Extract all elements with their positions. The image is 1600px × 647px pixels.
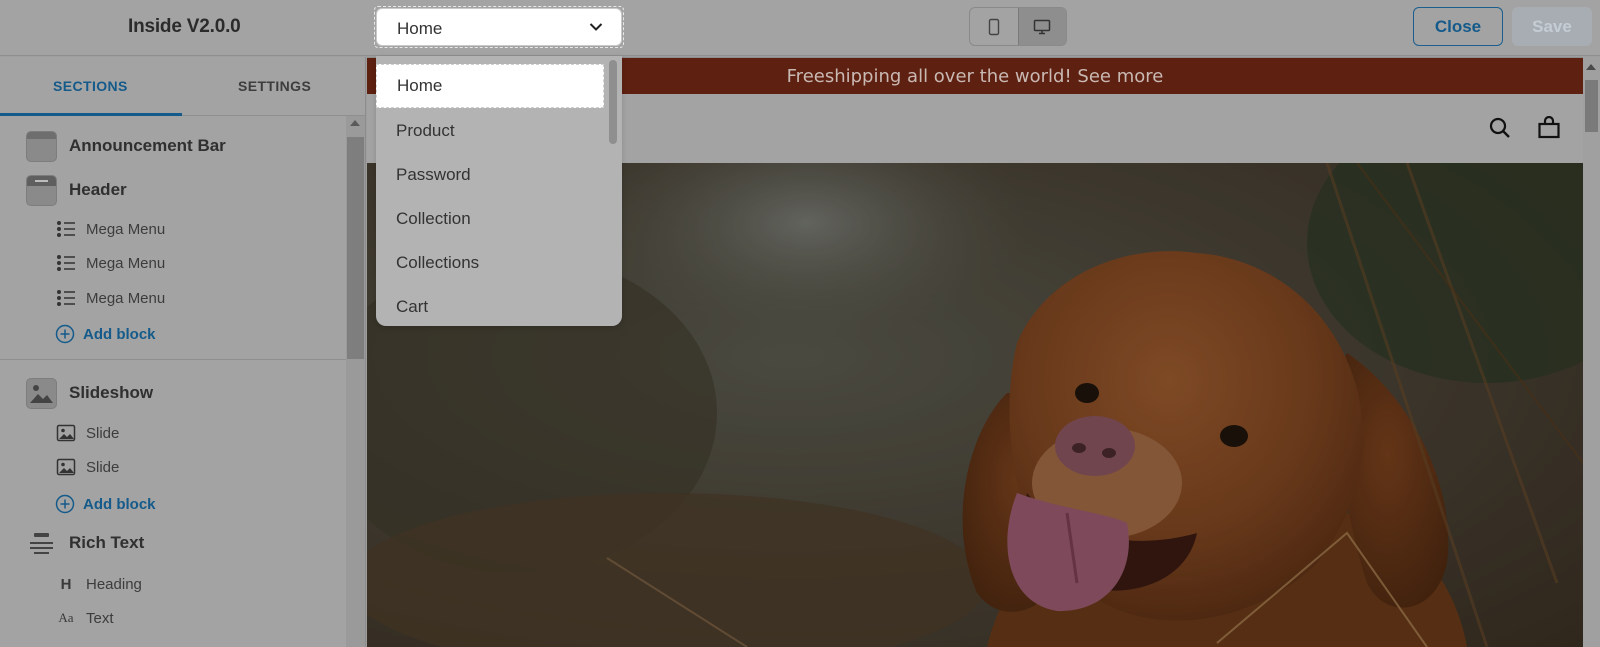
desktop-view-button[interactable]: [1017, 8, 1066, 45]
top-bar: Inside V2.0.0 Home Close Save: [0, 0, 1600, 56]
desktop-icon: [1034, 19, 1051, 34]
section-slideshow[interactable]: Slideshow: [26, 377, 153, 409]
block-label: Slide: [86, 458, 120, 476]
scroll-up-arrow-icon[interactable]: [1586, 64, 1596, 70]
list-icon: [57, 221, 75, 237]
block-mega-menu[interactable]: Mega Menu: [56, 286, 165, 310]
cart-bag-icon[interactable]: [1537, 116, 1561, 140]
heading-icon: H: [60, 575, 72, 593]
image-icon: [56, 424, 76, 442]
dropdown-option-collections[interactable]: Collections: [376, 241, 604, 285]
plus-circle-icon: [55, 324, 75, 344]
plus-circle-icon: [55, 494, 75, 514]
announcement-bar-icon: [26, 130, 57, 162]
search-icon[interactable]: [1488, 116, 1512, 140]
text-icon: Aa: [58, 610, 74, 625]
block-label: Text: [86, 609, 114, 627]
add-block-button[interactable]: Add block: [55, 492, 156, 516]
save-button[interactable]: Save: [1512, 7, 1592, 46]
sidebar: SECTIONS SETTINGS Announcement Bar Heade…: [0, 57, 366, 647]
page-select[interactable]: Home: [376, 8, 622, 46]
close-button[interactable]: Close: [1413, 7, 1503, 46]
dropdown-option-product[interactable]: Product: [376, 109, 604, 153]
block-label: Mega Menu: [86, 220, 166, 238]
page-select-value: Home: [397, 19, 443, 38]
dropdown-option-password[interactable]: Password: [376, 153, 604, 197]
add-block-label: Add block: [83, 495, 156, 513]
block-heading[interactable]: H Heading: [56, 572, 142, 596]
sidebar-tabs: SECTIONS SETTINGS: [0, 57, 365, 116]
dropdown-option-home[interactable]: Home: [376, 64, 604, 108]
header-icon: [26, 174, 57, 206]
mobile-view-button[interactable]: [970, 8, 1018, 45]
dropdown-scrollbar-thumb[interactable]: [609, 60, 617, 144]
block-label: Slide: [86, 424, 120, 442]
page-select-dropdown: Home Product Password Collection Collect…: [376, 56, 622, 326]
mobile-icon: [988, 18, 1000, 35]
block-mega-menu[interactable]: Mega Menu: [56, 251, 165, 275]
scroll-up-arrow-icon[interactable]: [350, 120, 360, 126]
section-list: Announcement Bar Header Mega Menu Mega M…: [0, 116, 346, 647]
theme-title: Inside V2.0.0: [128, 16, 241, 37]
section-rich-text[interactable]: Rich Text: [26, 527, 144, 559]
add-block-button[interactable]: Add block: [55, 322, 156, 346]
device-toggle: [969, 7, 1067, 46]
section-label: Slideshow: [69, 383, 154, 402]
block-label: Mega Menu: [86, 254, 166, 272]
section-label: Announcement Bar: [69, 136, 226, 155]
section-header[interactable]: Header: [26, 174, 127, 206]
section-divider: [0, 359, 346, 360]
section-label: Header: [69, 180, 127, 199]
tab-sections[interactable]: SECTIONS: [53, 78, 128, 94]
image-icon: [56, 458, 76, 476]
tab-settings[interactable]: SETTINGS: [238, 78, 311, 94]
section-label: Rich Text: [69, 533, 145, 552]
block-slide[interactable]: Slide: [56, 455, 119, 479]
add-block-label: Add block: [83, 325, 156, 343]
preview-scrollbar-thumb[interactable]: [1585, 80, 1598, 132]
rich-text-icon: [30, 532, 53, 554]
dropdown-option-collection[interactable]: Collection: [376, 197, 604, 241]
block-slide[interactable]: Slide: [56, 421, 119, 445]
announcement-text: Freeshipping all over the world! See mor…: [786, 65, 1164, 87]
slideshow-icon: [26, 377, 57, 409]
section-announcement-bar[interactable]: Announcement Bar: [26, 130, 226, 162]
block-mega-menu[interactable]: Mega Menu: [56, 217, 165, 241]
list-icon: [57, 255, 75, 271]
preview-scrollbar[interactable]: [1583, 57, 1600, 647]
list-icon: [57, 290, 75, 306]
block-label: Mega Menu: [86, 289, 166, 307]
chevron-down-icon: [589, 23, 603, 31]
block-label: Heading: [86, 575, 142, 593]
sidebar-scrollbar-thumb[interactable]: [347, 137, 364, 359]
dropdown-option-cart[interactable]: Cart: [376, 285, 604, 326]
block-text[interactable]: Aa Text: [56, 606, 114, 630]
